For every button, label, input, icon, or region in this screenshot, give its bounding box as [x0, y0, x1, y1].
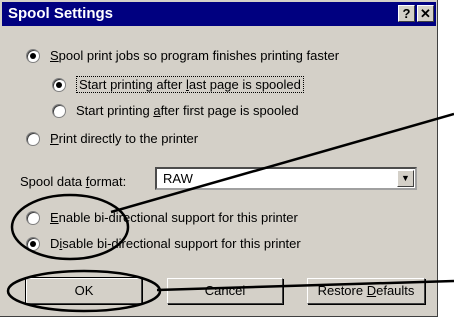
radio-label: Spool print jobs so program finishes pri…: [50, 48, 340, 63]
spool-format-select[interactable]: RAW ▼: [155, 167, 417, 190]
radio-enable-bidirectional[interactable]: Enable bi-directional support for this p…: [26, 210, 298, 225]
help-button[interactable]: ?: [398, 5, 415, 22]
radio-label: Enable bi-directional support for this p…: [50, 210, 298, 225]
radio-label: Disable bi-directional support for this …: [50, 236, 301, 251]
close-icon: ✕: [420, 6, 431, 21]
question-mark-icon: ?: [402, 6, 411, 21]
radio-label: Print directly to the printer: [50, 131, 199, 146]
radio-disable-bidirectional[interactable]: Disable bi-directional support for this …: [26, 236, 301, 251]
chevron-down-icon: ▼: [401, 173, 410, 183]
radio-button-icon[interactable]: [26, 210, 40, 225]
spool-settings-dialog: Spool Settings ? ✕ Spool print jobs so p…: [0, 0, 438, 317]
radio-start-after-first-page[interactable]: Start printing after first page is spool…: [52, 103, 299, 118]
radio-start-after-last-page[interactable]: Start printing after last page is spoole…: [52, 76, 304, 93]
close-button[interactable]: ✕: [417, 5, 434, 22]
radio-button-icon[interactable]: [26, 131, 40, 146]
dialog-title: Spool Settings: [8, 5, 113, 22]
spool-format-value: RAW: [163, 171, 193, 186]
radio-print-directly[interactable]: Print directly to the printer: [26, 131, 198, 146]
radio-label: Start printing after last page is spoole…: [76, 76, 304, 93]
cancel-button[interactable]: Cancel: [167, 278, 283, 304]
radio-button-checked-icon[interactable]: [26, 236, 40, 251]
spool-format-label: Spool data format:: [20, 174, 127, 189]
radio-spool-print-jobs[interactable]: Spool print jobs so program finishes pri…: [26, 48, 339, 63]
ok-button[interactable]: OK: [25, 277, 143, 305]
dropdown-arrow-button[interactable]: ▼: [397, 170, 414, 187]
radio-button-icon[interactable]: [52, 103, 66, 118]
title-bar[interactable]: Spool Settings ? ✕: [2, 2, 436, 26]
radio-button-checked-icon[interactable]: [52, 77, 66, 92]
radio-label: Start printing after first page is spool…: [76, 103, 299, 118]
restore-defaults-button[interactable]: Restore Defaults: [307, 278, 425, 304]
radio-button-checked-icon[interactable]: [26, 48, 40, 63]
